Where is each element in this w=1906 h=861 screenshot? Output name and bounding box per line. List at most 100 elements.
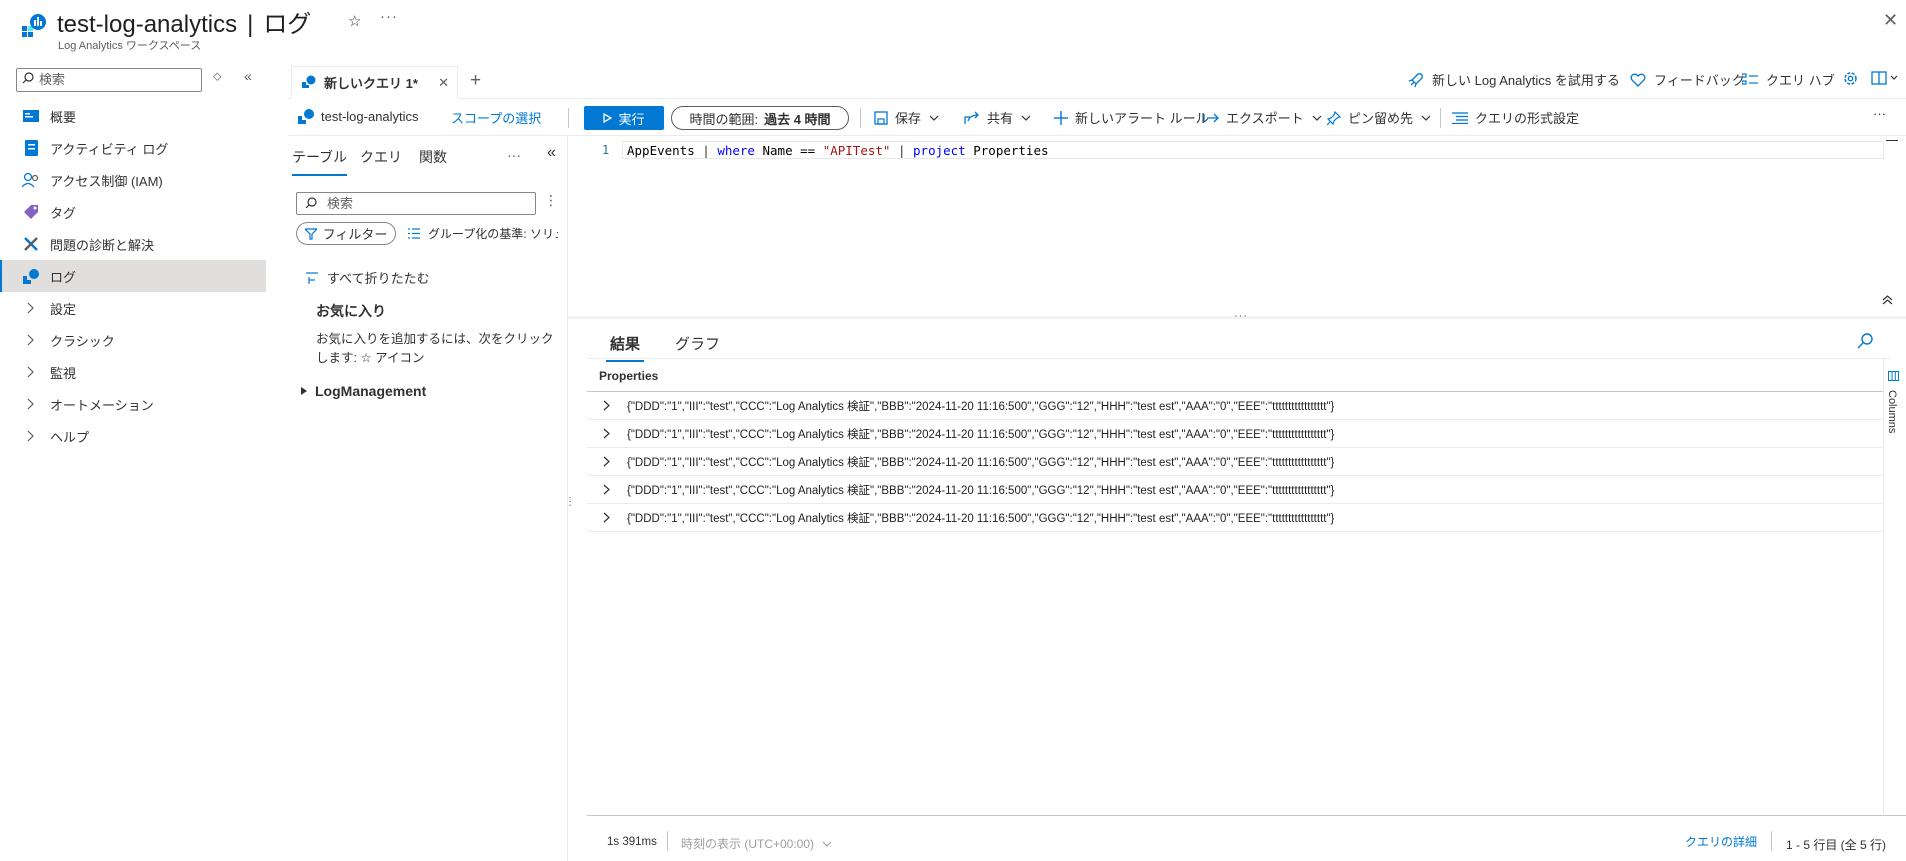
expand-row-icon[interactable] xyxy=(603,512,621,523)
tab-queries[interactable]: クエリ xyxy=(360,147,402,167)
chevron-down-icon xyxy=(1021,115,1031,121)
pin-to-button[interactable]: ピン留め先 xyxy=(1327,108,1431,127)
run-button[interactable]: 実行 xyxy=(584,106,664,130)
sidebar-item-activity-log[interactable]: アクティビティ ログ xyxy=(0,132,266,164)
new-alert-label: 新しいアラート ルール xyxy=(1075,111,1209,126)
scope-indicator: test-log-analytics xyxy=(298,108,419,124)
collapse-pane-icon[interactable]: « xyxy=(547,144,556,162)
schema-search-input[interactable]: 検索 xyxy=(296,192,536,215)
status-divider xyxy=(1771,831,1772,851)
sidebar-item-label: アクティビティ ログ xyxy=(50,141,169,157)
close-button[interactable]: ✕ xyxy=(1883,10,1898,31)
diagnose-icon xyxy=(22,235,40,253)
sidebar-item-settings[interactable]: 設定 xyxy=(0,292,266,324)
results-tab-divider xyxy=(587,358,1890,359)
blade-name: ログ xyxy=(263,11,312,38)
filter-label: フィルター xyxy=(322,227,388,242)
sidebar-item-logs[interactable]: ログ xyxy=(0,260,266,292)
line-number: 1 xyxy=(602,143,610,157)
query-tab-label: 新しいクエリ 1* xyxy=(324,75,418,91)
cell-properties: {"DDD":"1","III":"test","CCC":"Log Analy… xyxy=(627,456,1335,469)
sidebar-item-label: オートメーション xyxy=(50,397,154,413)
time-display-dropdown[interactable]: 時刻の表示 (UTC+00:00) xyxy=(681,835,832,852)
command-more-button[interactable]: ··· xyxy=(1873,106,1886,121)
tab-new-query-1[interactable]: 新しいクエリ 1* ✕ xyxy=(291,66,458,99)
columns-panel-label[interactable]: Columns xyxy=(1886,390,1898,433)
collapse-sidebar-icon[interactable]: « xyxy=(244,68,252,84)
table-row[interactable]: {"DDD":"1","III":"test","CCC":"Log Analy… xyxy=(587,448,1883,476)
heart-icon xyxy=(1630,73,1646,87)
time-range-button[interactable]: 時間の範囲: 過去 4 時間 xyxy=(671,106,849,130)
try-new-log-analytics-button[interactable]: 新しい Log Analytics を試用する xyxy=(1408,70,1620,89)
query-details-link[interactable]: クエリの詳細 xyxy=(1685,833,1757,850)
filter-button[interactable]: フィルター xyxy=(296,222,396,245)
select-scope-link[interactable]: スコープの選択 xyxy=(451,108,541,127)
time-range-label: 時間の範囲: xyxy=(689,111,759,127)
expand-row-icon[interactable] xyxy=(603,428,621,439)
sidebar-item-iam[interactable]: アクセス制御 (IAM) xyxy=(0,164,266,196)
chevron-down-icon xyxy=(1312,115,1322,121)
splitter-handle-icon[interactable]: ··· xyxy=(1234,310,1248,322)
column-header-properties[interactable]: Properties xyxy=(599,369,658,383)
status-bar-divider xyxy=(587,815,1906,816)
collapse-all-icon xyxy=(306,271,318,284)
sidebar-item-overview[interactable]: 概要 xyxy=(0,100,266,132)
table-row[interactable]: {"DDD":"1","III":"test","CCC":"Log Analy… xyxy=(587,504,1883,532)
resource-type: Log Analytics ワークスペース xyxy=(58,40,202,52)
settings-gear-icon[interactable] xyxy=(1842,70,1859,87)
tab-chart[interactable]: グラフ xyxy=(675,333,720,354)
kebab-menu-icon[interactable]: ⋮ xyxy=(544,192,558,209)
expand-row-icon[interactable] xyxy=(603,484,621,495)
sidebar-search-placeholder: 検索 xyxy=(39,72,66,87)
save-button[interactable]: 保存 xyxy=(874,108,939,127)
format-query-button[interactable]: クエリの形式設定 xyxy=(1452,108,1579,127)
sidebar-search-input[interactable]: 検索 xyxy=(16,68,202,92)
sidebar-item-tags[interactable]: タグ xyxy=(0,196,266,228)
sidebar-item-label: 問題の診断と解決 xyxy=(50,237,155,253)
query-editor[interactable] xyxy=(592,136,1906,316)
tab-tables[interactable]: テーブル xyxy=(292,147,348,176)
collapse-all-button[interactable]: すべて折りたたむ xyxy=(306,268,430,287)
chevron-right-icon xyxy=(22,299,40,317)
pane-resize-handle-icon[interactable]: ··· xyxy=(564,496,576,507)
favorite-star-icon[interactable]: ☆ xyxy=(348,12,361,30)
export-button[interactable]: エクスポート xyxy=(1203,108,1322,127)
sort-icon[interactable]: ⬦ xyxy=(213,69,221,84)
new-alert-rule-button[interactable]: 新しいアラート ルール xyxy=(1054,108,1209,127)
header-more-button[interactable]: ··· xyxy=(380,8,398,25)
expand-row-icon[interactable] xyxy=(603,400,621,411)
query-hub-button[interactable]: クエリ ハブ xyxy=(1742,70,1835,89)
tab-functions[interactable]: 関数 xyxy=(419,147,447,167)
group-by-button[interactable]: グループ化の基準: ソリュ- xyxy=(408,225,558,242)
results-search-icon[interactable] xyxy=(1857,333,1873,349)
book-layout-icon[interactable] xyxy=(1871,70,1901,86)
tree-item-logmanagement[interactable]: LogManagement xyxy=(301,383,426,399)
add-tab-button[interactable]: + xyxy=(470,70,481,92)
table-row[interactable]: {"DDD":"1","III":"test","CCC":"Log Analy… xyxy=(587,420,1883,448)
search-icon xyxy=(22,72,34,84)
columns-icon xyxy=(1888,371,1899,381)
sidebar-item-automation[interactable]: オートメーション xyxy=(0,388,266,420)
sidebar-item-help[interactable]: ヘルプ xyxy=(0,420,266,452)
tab-bar-divider xyxy=(288,98,1906,99)
code-token: | xyxy=(897,143,914,158)
close-tab-icon[interactable]: ✕ xyxy=(438,75,449,91)
sidebar-item-label: タグ xyxy=(50,205,77,221)
filter-icon xyxy=(304,227,317,240)
sidebar-item-classic[interactable]: クラシック xyxy=(0,324,266,356)
share-button[interactable]: 共有 xyxy=(964,108,1031,127)
schema-more-button[interactable]: ··· xyxy=(507,147,521,163)
sidebar-item-label: 概要 xyxy=(50,109,77,125)
expand-row-icon[interactable] xyxy=(603,456,621,467)
table-row[interactable]: {"DDD":"1","III":"test","CCC":"Log Analy… xyxy=(587,476,1883,504)
sidebar-item-diagnose[interactable]: 問題の診断と解決 xyxy=(0,228,266,260)
editor-scrollbar[interactable] xyxy=(1886,140,1898,158)
query-tab-icon xyxy=(302,75,316,89)
query-text[interactable]: AppEvents | where Name == "APITest" | pr… xyxy=(627,143,1049,158)
code-keyword: project xyxy=(913,143,966,158)
collapse-editor-icon[interactable] xyxy=(1882,295,1893,305)
feedback-button[interactable]: フィードバック xyxy=(1630,70,1745,89)
sidebar-item-monitoring[interactable]: 監視 xyxy=(0,356,266,388)
table-row[interactable]: {"DDD":"1","III":"test","CCC":"Log Analy… xyxy=(587,392,1883,420)
